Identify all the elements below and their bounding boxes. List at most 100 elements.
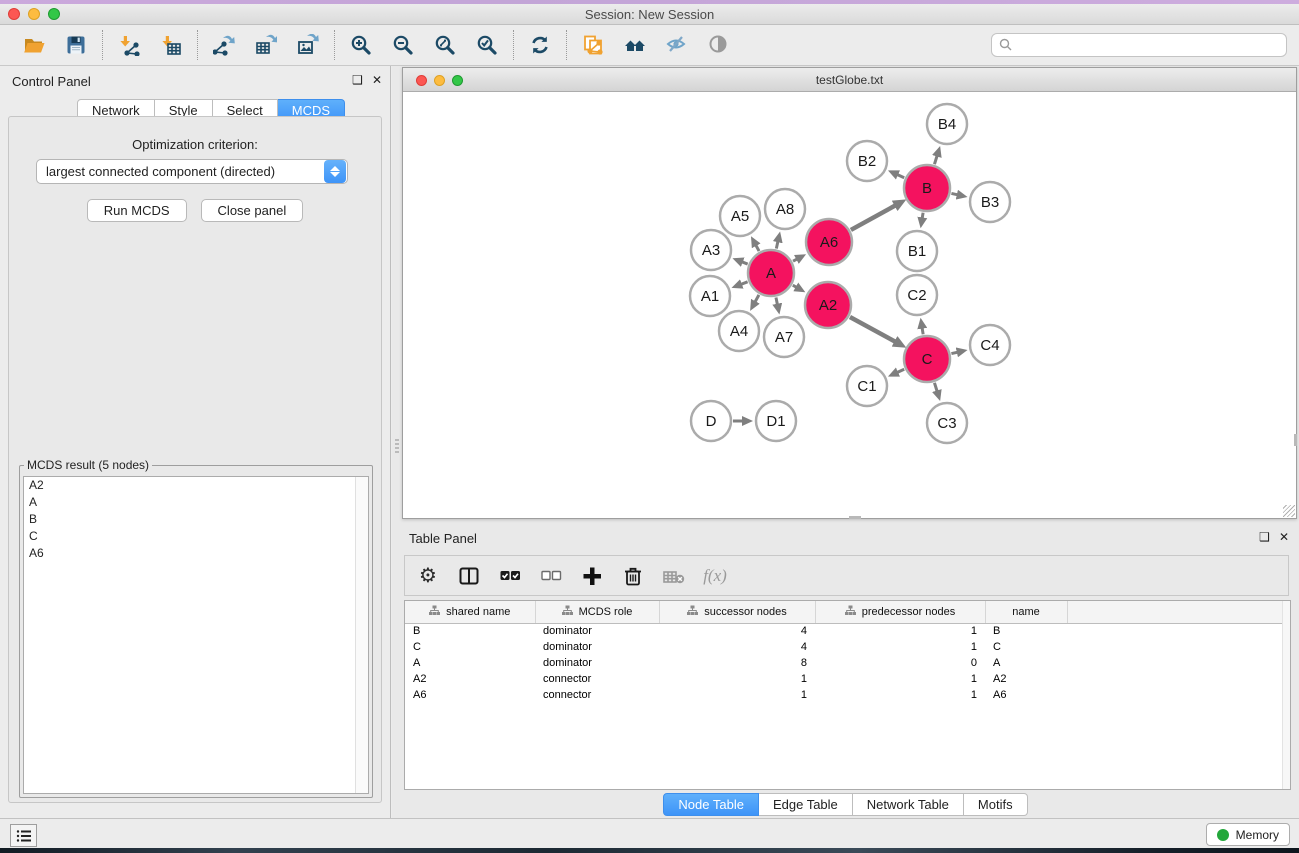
edge-A-A6[interactable]: [793, 259, 797, 261]
import-network-icon[interactable]: [115, 31, 143, 59]
zoom-selected-icon[interactable]: [473, 31, 501, 59]
edge-B-B1[interactable]: [922, 213, 923, 219]
edge-A6-B[interactable]: [851, 205, 896, 230]
home-icon[interactable]: [621, 31, 649, 59]
tab-edge-table[interactable]: Edge Table: [759, 793, 853, 816]
graph-node-A2[interactable]: A2: [805, 282, 851, 328]
criterion-select[interactable]: largest connected component (directed): [36, 159, 348, 184]
graph-node-A6[interactable]: A6: [806, 219, 852, 265]
table-row[interactable]: Cdominator41C: [405, 639, 1290, 655]
graph-node-C1[interactable]: C1: [847, 366, 887, 406]
graph-node-A4[interactable]: A4: [719, 311, 759, 351]
tab-node-table[interactable]: Node Table: [663, 793, 759, 816]
zoom-out-icon[interactable]: [389, 31, 417, 59]
zoom-in-icon[interactable]: [347, 31, 375, 59]
edge-A-A7[interactable]: [776, 297, 777, 304]
edge-C-C3[interactable]: [934, 383, 937, 392]
graph-node-D[interactable]: D: [691, 401, 731, 441]
edge-A-A8[interactable]: [776, 241, 778, 248]
column-header-MCDS-role[interactable]: MCDS role: [535, 601, 659, 623]
table-row[interactable]: Bdominator41B: [405, 623, 1290, 639]
network-window-titlebar[interactable]: testGlobe.txt: [403, 68, 1296, 92]
export-table-icon[interactable]: [252, 31, 280, 59]
network-canvas[interactable]: B4B2BB3A5A8A6B1A3AC2A1A2A4A7C4CC1DD1C3: [403, 92, 1296, 518]
edge-A-A2[interactable]: [793, 285, 797, 287]
result-item[interactable]: B: [24, 511, 368, 528]
export-network-icon[interactable]: [210, 31, 238, 59]
graph-node-B[interactable]: B: [904, 165, 950, 211]
edge-A-A1[interactable]: [741, 282, 748, 285]
edge-A-A3[interactable]: [742, 262, 748, 264]
edge-A2-C[interactable]: [850, 317, 895, 342]
edge-A-A4[interactable]: [755, 295, 759, 302]
column-header-shared-name[interactable]: shared name: [405, 601, 535, 623]
result-item[interactable]: A: [24, 494, 368, 511]
add-row-icon[interactable]: [579, 563, 605, 589]
tab-motifs[interactable]: Motifs: [964, 793, 1028, 816]
result-item[interactable]: A6: [24, 545, 368, 562]
table-row[interactable]: A2connector11A2: [405, 671, 1290, 687]
resize-grip-right[interactable]: [1294, 434, 1297, 446]
toggle-graphics-details-icon[interactable]: [663, 31, 691, 59]
save-session-icon[interactable]: [62, 31, 90, 59]
edge-C-C4[interactable]: [951, 352, 957, 353]
open-session-icon[interactable]: [20, 31, 48, 59]
result-item[interactable]: C: [24, 528, 368, 545]
edge-B-B3[interactable]: [951, 193, 957, 194]
graph-node-B2[interactable]: B2: [847, 141, 887, 181]
run-mcds-button[interactable]: Run MCDS: [87, 199, 187, 222]
import-table-icon[interactable]: [157, 31, 185, 59]
close-panel-icon[interactable]: ✕: [372, 73, 382, 87]
clone-network-icon[interactable]: [579, 31, 607, 59]
graph-node-A8[interactable]: A8: [765, 189, 805, 229]
graph-node-A3[interactable]: A3: [691, 230, 731, 270]
graph-node-B1[interactable]: B1: [897, 231, 937, 271]
delete-rows-icon[interactable]: [620, 563, 646, 589]
edge-A-A5[interactable]: [756, 245, 759, 251]
graph-node-A[interactable]: A: [748, 250, 794, 296]
float-panel-icon[interactable]: ❑: [352, 73, 363, 87]
delete-table-icon[interactable]: [661, 563, 687, 589]
split-columns-icon[interactable]: [456, 563, 482, 589]
resize-grip-icon[interactable]: [1283, 505, 1295, 517]
table-scrollbar[interactable]: [1282, 601, 1290, 789]
function-builder-icon[interactable]: f(x): [702, 563, 728, 589]
edge-B-B2[interactable]: [897, 175, 904, 178]
mcds-result-list[interactable]: A2ABCA6: [23, 476, 369, 794]
task-history-button[interactable]: [10, 824, 37, 847]
graph-node-B3[interactable]: B3: [970, 182, 1010, 222]
edge-C-C2[interactable]: [922, 328, 923, 335]
table-row[interactable]: Adominator80A: [405, 655, 1290, 671]
column-header-name[interactable]: name: [985, 601, 1067, 623]
edge-B-B4[interactable]: [934, 155, 937, 164]
graph-node-C4[interactable]: C4: [970, 325, 1010, 365]
settings-icon[interactable]: ⚙: [415, 563, 441, 589]
zoom-fit-icon[interactable]: [431, 31, 459, 59]
tab-network-table[interactable]: Network Table: [853, 793, 964, 816]
result-scrollbar[interactable]: [355, 477, 368, 793]
memory-button[interactable]: Memory: [1206, 823, 1290, 846]
clear-checks-icon[interactable]: [538, 563, 564, 589]
close-panel-button[interactable]: Close panel: [201, 199, 304, 222]
graph-node-A5[interactable]: A5: [720, 196, 760, 236]
select-all-checks-icon[interactable]: [497, 563, 523, 589]
splitter-grip-icon[interactable]: [395, 439, 399, 455]
show-panel-icon[interactable]: [705, 31, 733, 59]
graph-node-A1[interactable]: A1: [690, 276, 730, 316]
graph-node-B4[interactable]: B4: [927, 104, 967, 144]
float-table-panel-icon[interactable]: ❑: [1259, 530, 1270, 544]
graph-node-D1[interactable]: D1: [756, 401, 796, 441]
table-row[interactable]: A6connector11A6: [405, 687, 1290, 703]
search-input[interactable]: [991, 33, 1287, 57]
column-header-successor-nodes[interactable]: successor nodes: [659, 601, 815, 623]
graph-node-C2[interactable]: C2: [897, 275, 937, 315]
column-header-predecessor-nodes[interactable]: predecessor nodes: [815, 601, 985, 623]
resize-grip-bottom[interactable]: [849, 516, 861, 519]
refresh-view-icon[interactable]: [526, 31, 554, 59]
result-item[interactable]: A2: [24, 477, 368, 494]
edge-C-C1[interactable]: [897, 369, 904, 372]
graph-node-A7[interactable]: A7: [764, 317, 804, 357]
export-image-icon[interactable]: [294, 31, 322, 59]
close-table-panel-icon[interactable]: ✕: [1279, 530, 1289, 544]
graph-node-C3[interactable]: C3: [927, 403, 967, 443]
